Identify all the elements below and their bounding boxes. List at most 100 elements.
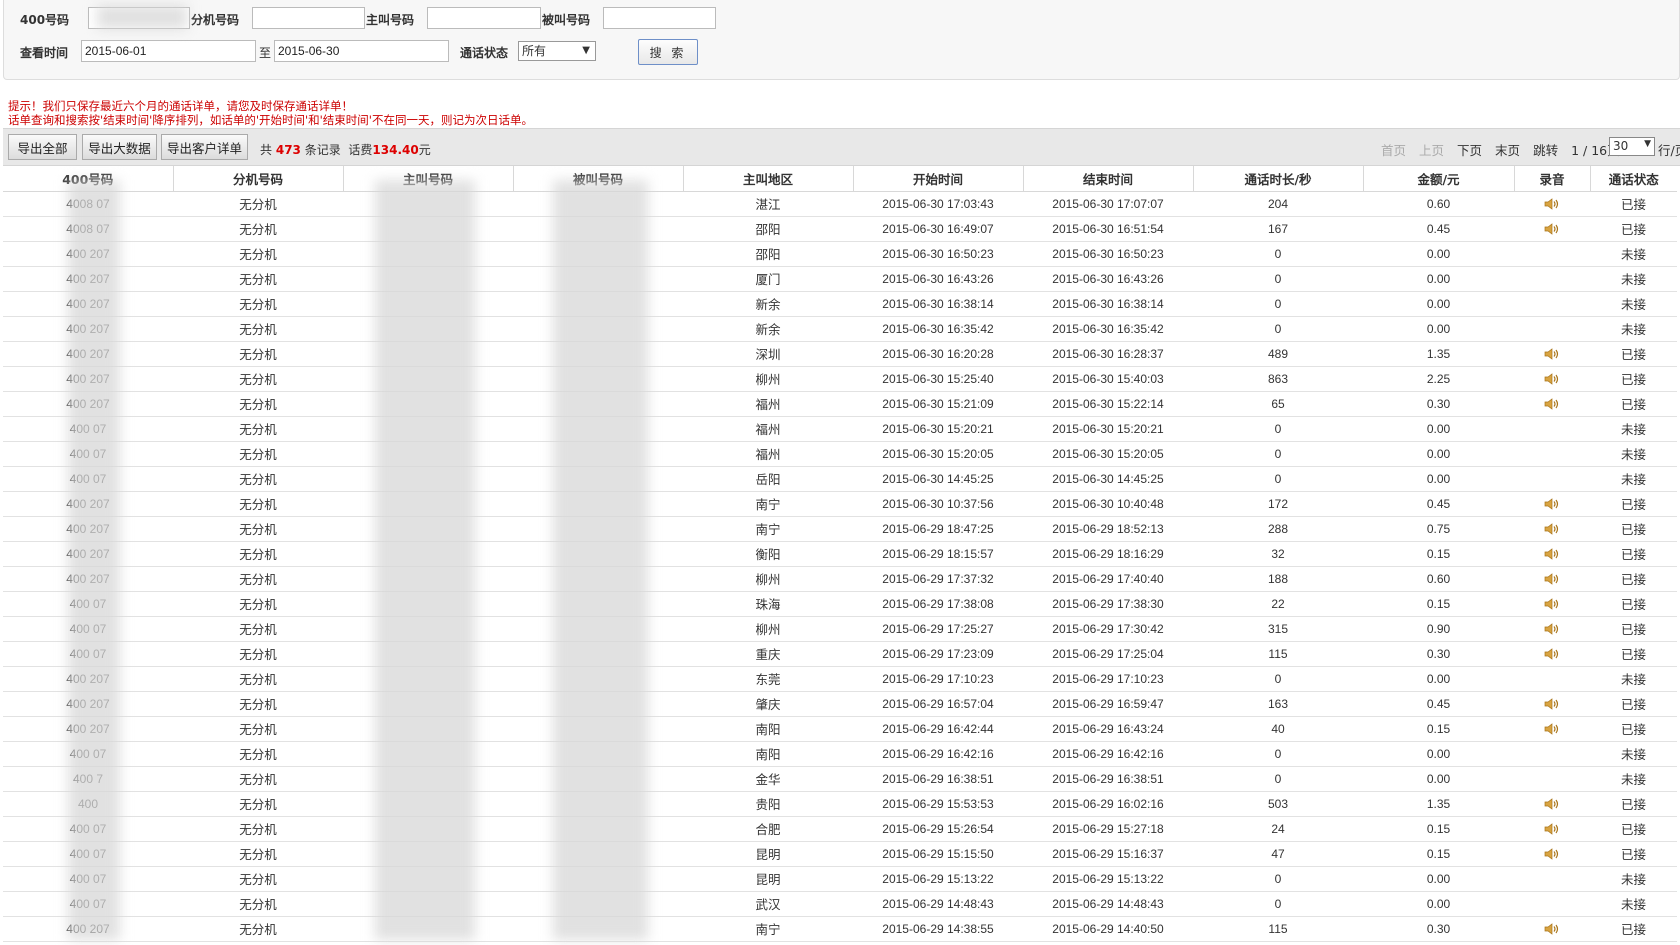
input-400-number[interactable] [88, 7, 190, 29]
call-status-select[interactable]: 所有 ▼ [518, 41, 596, 61]
cell-recording[interactable] [1514, 391, 1590, 417]
first-page-link[interactable]: 首页 [1381, 140, 1406, 159]
cell-extension: 无分机 [173, 466, 343, 492]
table-row: 400 07 无分机 昆明 2015-06-29 15:15:50 2015-06-29… [3, 841, 1677, 867]
cell-400-number: 400 207 [3, 341, 173, 367]
cell-recording[interactable] [1514, 366, 1590, 392]
cell-recording[interactable] [1514, 841, 1590, 867]
cell-caller-region: 岳阳 [683, 466, 853, 492]
cell-recording[interactable] [1514, 791, 1590, 817]
cell-caller [343, 841, 513, 867]
cell-recording[interactable] [1514, 641, 1590, 667]
cell-amount: 0.60 [1363, 566, 1514, 592]
prev-page-link[interactable]: 上页 [1419, 140, 1444, 159]
cell-duration: 0 [1193, 741, 1363, 767]
cell-amount: 0.00 [1363, 416, 1514, 442]
cell-extension: 无分机 [173, 216, 343, 242]
input-caller[interactable] [427, 7, 541, 29]
cell-end-time: 2015-06-30 16:28:37 [1023, 341, 1193, 367]
speaker-icon[interactable] [1544, 373, 1560, 386]
cell-recording[interactable] [1514, 566, 1590, 592]
cell-status: 已接 [1590, 516, 1677, 542]
cell-amount: 0.15 [1363, 841, 1514, 867]
cell-callee [513, 591, 683, 617]
cell-end-time: 2015-06-30 15:20:05 [1023, 441, 1193, 467]
speaker-icon[interactable] [1544, 623, 1560, 636]
input-callee[interactable] [603, 7, 716, 29]
cell-recording[interactable] [1514, 541, 1590, 567]
last-page-link[interactable]: 末页 [1495, 140, 1520, 159]
total-records: 473 [275, 143, 301, 157]
jump-link[interactable]: 跳转 [1533, 140, 1558, 159]
cell-duration: 32 [1193, 541, 1363, 567]
speaker-icon[interactable] [1544, 648, 1560, 661]
cell-caller-region: 昆明 [683, 841, 853, 867]
cell-400-number: 400 07 [3, 416, 173, 442]
input-extension[interactable] [252, 7, 365, 29]
cell-extension: 无分机 [173, 716, 343, 742]
cell-caller [343, 266, 513, 292]
col-recording-header: 录音 [1514, 166, 1591, 192]
table-row: 400 207 无分机 南宁 2015-06-29 14:38:55 2015-06-2… [3, 916, 1677, 942]
cell-400-number: 400 07 [3, 866, 173, 892]
cell-caller [343, 791, 513, 817]
speaker-icon[interactable] [1544, 223, 1560, 236]
cell-400-number: 400 207 [3, 716, 173, 742]
search-button[interactable]: 搜 索 [638, 39, 698, 65]
label-callee: 被叫号码 [542, 13, 591, 27]
cell-recording[interactable] [1514, 816, 1590, 842]
cell-400-number: 400 07 [3, 841, 173, 867]
speaker-icon[interactable] [1544, 823, 1560, 836]
cell-extension: 无分机 [173, 816, 343, 842]
speaker-icon[interactable] [1544, 523, 1560, 536]
cell-recording[interactable] [1514, 216, 1590, 242]
speaker-icon[interactable] [1544, 198, 1560, 211]
cell-recording[interactable] [1514, 616, 1590, 642]
cell-duration: 503 [1193, 791, 1363, 817]
table-row: 400 207 无分机 厦门 2015-06-30 16:43:26 2015-06-3… [3, 266, 1677, 292]
speaker-icon[interactable] [1544, 398, 1560, 411]
next-page-link[interactable]: 下页 [1457, 140, 1482, 159]
cell-recording[interactable] [1514, 591, 1590, 617]
cell-end-time: 2015-06-30 14:45:25 [1023, 466, 1193, 492]
export-customer-detail-button[interactable]: 导出客户详单 [161, 134, 248, 160]
cell-status: 未接 [1590, 416, 1677, 442]
cell-recording[interactable] [1514, 341, 1590, 367]
cell-400-number: 400 207 [3, 266, 173, 292]
cell-start-time: 2015-06-30 14:45:25 [853, 466, 1023, 492]
speaker-icon[interactable] [1544, 548, 1560, 561]
speaker-icon[interactable] [1544, 698, 1560, 711]
speaker-icon[interactable] [1544, 848, 1560, 861]
per-page-select[interactable]: 30 ▼ [1609, 137, 1655, 156]
cell-extension: 无分机 [173, 316, 343, 342]
date-to-input[interactable]: 2015-06-30 [274, 40, 449, 62]
speaker-icon[interactable] [1544, 498, 1560, 511]
cell-callee [513, 466, 683, 492]
speaker-icon[interactable] [1544, 598, 1560, 611]
cell-recording[interactable] [1514, 916, 1590, 942]
cell-recording[interactable] [1514, 491, 1590, 517]
cell-recording[interactable] [1514, 691, 1590, 717]
export-all-button[interactable]: 导出全部 [8, 134, 77, 160]
cell-recording[interactable] [1514, 716, 1590, 742]
cell-caller-region: 南宁 [683, 516, 853, 542]
cell-extension: 无分机 [173, 441, 343, 467]
cell-callee [513, 291, 683, 317]
table-row: 400 207 无分机 柳州 2015-06-29 17:37:32 2015-06-2… [3, 566, 1677, 592]
cell-recording [1514, 441, 1590, 467]
cell-end-time: 2015-06-30 17:07:07 [1023, 191, 1193, 217]
speaker-icon[interactable] [1544, 723, 1560, 736]
speaker-icon[interactable] [1544, 798, 1560, 811]
cell-start-time: 2015-06-30 16:49:07 [853, 216, 1023, 242]
speaker-icon[interactable] [1544, 348, 1560, 361]
cell-recording[interactable] [1514, 516, 1590, 542]
cell-extension: 无分机 [173, 841, 343, 867]
cell-recording[interactable] [1514, 191, 1590, 217]
speaker-icon[interactable] [1544, 573, 1560, 586]
export-big-data-button[interactable]: 导出大数据 [82, 134, 157, 160]
date-from-input[interactable]: 2015-06-01 [81, 40, 256, 62]
cell-status: 未接 [1590, 891, 1677, 917]
cell-caller-region: 南宁 [683, 491, 853, 517]
speaker-icon[interactable] [1544, 923, 1560, 936]
cell-duration: 0 [1193, 441, 1363, 467]
